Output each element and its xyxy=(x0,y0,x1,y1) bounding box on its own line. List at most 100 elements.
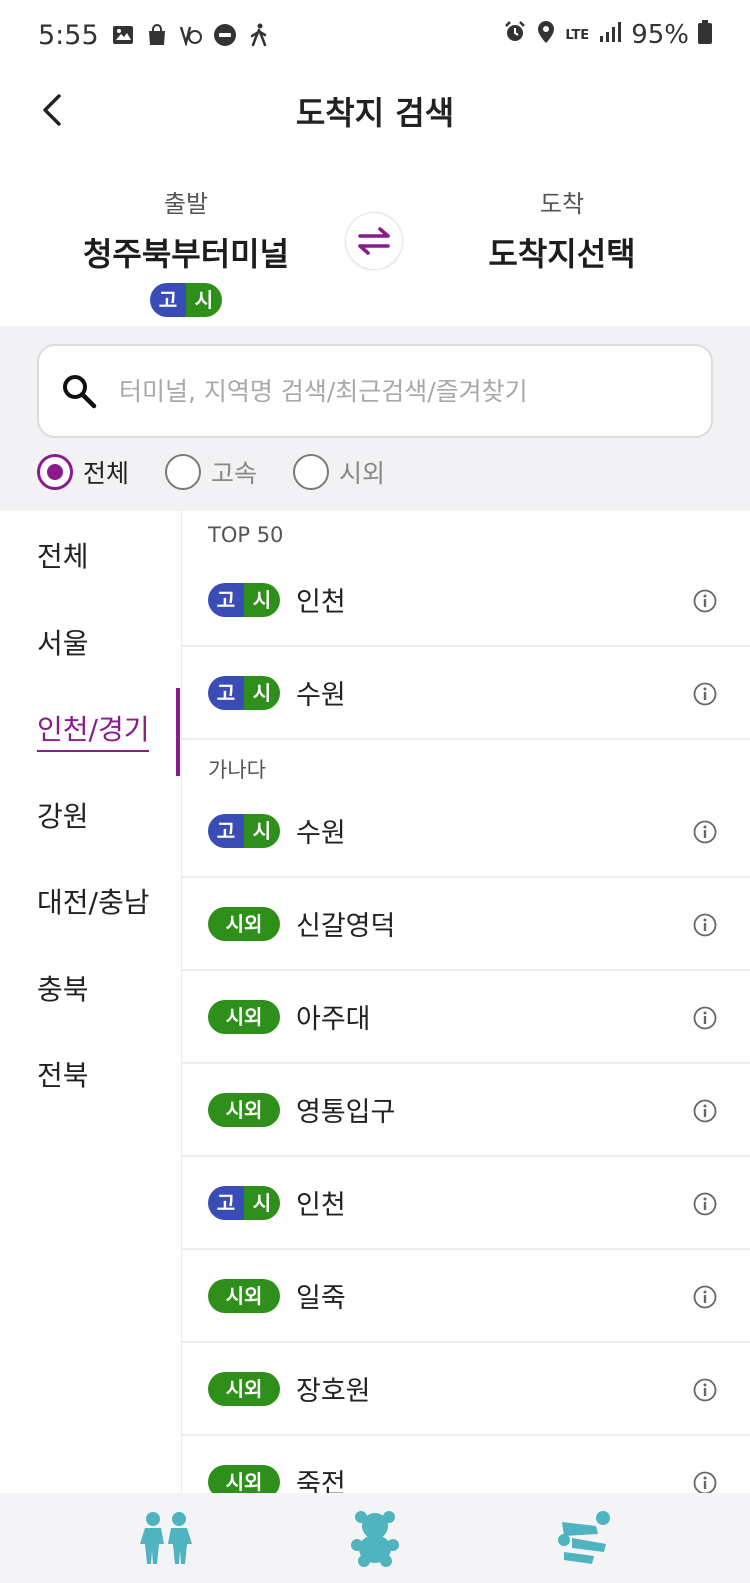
arrival-label: 도착 xyxy=(539,190,585,218)
sidebar-item-jeonbuk[interactable]: 전북 xyxy=(37,1054,89,1094)
page-title: 도착지 검색 xyxy=(295,94,455,132)
filter-express-radio[interactable]: 고속 xyxy=(165,454,257,490)
express-badge: 고 xyxy=(150,283,186,317)
region-sidebar: 전체 서울 인천/경기 강원 대전/충남 충북 전북 xyxy=(0,511,182,1493)
search-icon xyxy=(59,371,99,411)
type-filter: 전체 고속 시외 xyxy=(37,454,421,490)
list-item[interactable]: 시외 죽전 xyxy=(182,1436,750,1493)
terminal-name: 죽전 xyxy=(296,1469,346,1493)
bottom-bar xyxy=(0,1493,750,1583)
radio-selected-icon xyxy=(37,454,73,490)
network-type: LTE xyxy=(565,27,590,43)
app-header: 도착지 검색 xyxy=(0,70,750,154)
sidebar-item-gangwon[interactable]: 강원 xyxy=(37,795,89,835)
departure-label: 출발 xyxy=(163,190,209,218)
list-item[interactable]: 시외 장호원 xyxy=(182,1343,750,1436)
departure-name: 청주북부터미널 xyxy=(82,235,290,273)
swap-button[interactable] xyxy=(345,212,403,270)
route-type-badge: 고시 xyxy=(208,813,280,848)
walking-icon xyxy=(247,23,271,47)
status-bar: 5:55 LTE 95% xyxy=(0,0,750,70)
list-item[interactable]: 시외 일죽 xyxy=(182,1250,750,1343)
search-input[interactable] xyxy=(119,376,639,406)
terminal-name: 영통입구 xyxy=(296,1097,396,1128)
people-figures-icon[interactable] xyxy=(133,1505,199,1571)
filter-label: 시외 xyxy=(339,459,386,488)
info-icon[interactable] xyxy=(692,1191,718,1217)
shopping-bag-icon xyxy=(145,23,169,47)
list-item[interactable]: 고시 수원 xyxy=(182,647,750,740)
express-badge: 고 xyxy=(208,675,244,710)
terminal-name: 인천 xyxy=(296,1190,346,1221)
route-type-badge: 고시 xyxy=(208,582,280,617)
sidebar-item-daejeon-chungnam[interactable]: 대전/충남 xyxy=(37,881,149,921)
info-icon[interactable] xyxy=(692,1284,718,1310)
gallery-icon xyxy=(111,23,135,47)
filter-all-radio[interactable]: 전체 xyxy=(37,454,129,490)
sidebar-item-all[interactable]: 전체 xyxy=(37,535,89,575)
arrival-name: 도착지선택 xyxy=(488,235,636,273)
terminal-list: TOP 50 고시 인천 고시 수원 가나다 고시 수원 시외 신갈영덕 시외 … xyxy=(182,511,750,1493)
section-header-alpha: 가나다 xyxy=(208,758,266,782)
intercity-badge: 시외 xyxy=(208,999,280,1034)
express-badge: 고 xyxy=(208,582,244,617)
sidebar-active-indicator xyxy=(176,688,180,776)
info-icon[interactable] xyxy=(692,1470,718,1493)
filter-label: 전체 xyxy=(83,459,130,488)
teddy-bear-icon[interactable] xyxy=(342,1505,408,1571)
departure-selector[interactable]: 출발 청주북부터미널 고 시 xyxy=(36,184,336,317)
departure-badge: 고 시 xyxy=(150,283,222,317)
express-badge: 고 xyxy=(208,1185,244,1220)
terminal-name: 장호원 xyxy=(296,1376,371,1407)
intercity-badge: 시외 xyxy=(208,906,280,941)
info-icon[interactable] xyxy=(692,681,718,707)
route-selector: 출발 청주북부터미널 고 시 도착 도착지선택 xyxy=(0,170,750,325)
list-item[interactable]: 고시 인천 xyxy=(182,1157,750,1250)
app-notification-icon xyxy=(179,23,203,47)
info-icon[interactable] xyxy=(692,1377,718,1403)
section-header-top: TOP 50 xyxy=(208,523,284,547)
intercity-badge: 시외 xyxy=(208,1092,280,1127)
info-icon[interactable] xyxy=(692,1005,718,1031)
status-time: 5:55 xyxy=(38,19,99,51)
list-item[interactable]: 시외 아주대 xyxy=(182,971,750,1064)
route-type-badge: 고시 xyxy=(208,1185,280,1220)
lying-figures-icon[interactable] xyxy=(552,1505,618,1571)
intercity-badge: 시외 xyxy=(208,1464,280,1493)
list-item[interactable]: 고시 수원 xyxy=(182,785,750,878)
info-icon[interactable] xyxy=(692,1098,718,1124)
terminal-name: 수원 xyxy=(296,818,346,849)
sidebar-item-seoul[interactable]: 서울 xyxy=(37,622,89,662)
location-icon xyxy=(536,20,556,51)
battery-level: 95% xyxy=(631,20,689,50)
swap-arrows-icon xyxy=(358,227,390,255)
sidebar-item-incheon-gyeonggi[interactable]: 인천/경기 xyxy=(37,708,150,752)
intercity-badge: 시 xyxy=(244,582,280,617)
intercity-badge: 시외 xyxy=(208,1278,280,1313)
express-badge: 고 xyxy=(208,813,244,848)
intercity-badge: 시 xyxy=(244,675,280,710)
terminal-name: 신갈영덕 xyxy=(296,911,396,942)
list-item[interactable]: 시외 영통입구 xyxy=(182,1064,750,1157)
list-item[interactable]: 고시 인천 xyxy=(182,554,750,647)
intercity-badge: 시외 xyxy=(208,1371,280,1406)
terminal-name: 수원 xyxy=(296,680,346,711)
info-icon[interactable] xyxy=(692,819,718,845)
intercity-badge: 시 xyxy=(244,813,280,848)
search-panel: 전체 고속 시외 xyxy=(0,326,750,511)
list-item[interactable]: 시외 신갈영덕 xyxy=(182,878,750,971)
search-box[interactable] xyxy=(37,344,713,438)
filter-intercity-radio[interactable]: 시외 xyxy=(293,454,385,490)
route-type-badge: 고시 xyxy=(208,675,280,710)
terminal-name: 아주대 xyxy=(296,1004,371,1035)
radio-unselected-icon xyxy=(165,454,202,490)
discount-icon xyxy=(213,23,237,47)
intercity-badge: 시 xyxy=(244,1185,280,1220)
sidebar-item-chungbuk[interactable]: 충북 xyxy=(37,968,89,1008)
info-icon[interactable] xyxy=(692,588,718,614)
filter-label: 고속 xyxy=(211,459,258,488)
info-icon[interactable] xyxy=(692,912,718,938)
signal-icon xyxy=(598,20,622,51)
terminal-name: 인천 xyxy=(296,587,346,618)
arrival-selector[interactable]: 도착 도착지선택 xyxy=(412,184,712,275)
